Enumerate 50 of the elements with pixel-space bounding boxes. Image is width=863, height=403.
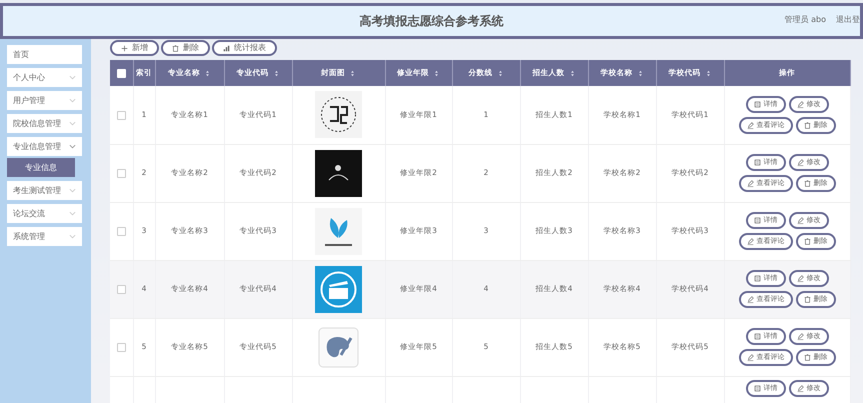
document-icon: [754, 275, 760, 282]
row-checkbox[interactable]: [116, 284, 126, 294]
document-icon: [754, 333, 760, 340]
pencil-icon: [796, 333, 804, 340]
sidebar-item[interactable]: 考生测试管理: [7, 181, 82, 200]
trash-icon: [804, 354, 810, 361]
row-checkbox[interactable]: [116, 342, 126, 352]
sidebar-subitem[interactable]: 专业信息: [7, 158, 75, 177]
row-checkbox[interactable]: [116, 168, 126, 178]
pencil-icon: [796, 217, 804, 224]
pencil-icon: [746, 238, 754, 245]
delete-button[interactable]: 删除: [161, 40, 210, 56]
sidebar-item[interactable]: 个人中心: [7, 68, 82, 87]
row-checkbox[interactable]: [116, 110, 126, 120]
admin-label: 管理员 abo: [784, 14, 826, 26]
pencil-icon: [796, 100, 804, 108]
bar-chart-icon: [223, 44, 230, 52]
pencil-icon: [746, 296, 754, 303]
clapperboard-image: [315, 266, 362, 312]
sidebar-item[interactable]: 院校信息管理: [7, 114, 82, 133]
pencil-icon: [746, 354, 754, 361]
leaf-logo-image: [315, 208, 362, 254]
document-icon: [754, 217, 760, 224]
trash-icon: [172, 44, 179, 52]
document-icon: [754, 384, 760, 392]
trash-icon: [804, 238, 810, 245]
dark-logo-image: [315, 150, 362, 196]
system-title: 高考填报志愿综合参考系统: [360, 13, 504, 30]
logo-image: [315, 91, 362, 138]
pencil-icon: [796, 384, 804, 392]
sidebar-item[interactable]: 专业信息管理: [7, 137, 82, 156]
trash-icon: [804, 122, 810, 129]
sidebar-item[interactable]: 首页: [7, 45, 82, 64]
logout-link[interactable]: 退出登: [836, 14, 860, 26]
row-checkbox[interactable]: [116, 226, 126, 236]
sidebar-item[interactable]: 论坛交流: [7, 204, 82, 223]
pencil-icon: [746, 180, 754, 187]
plus-icon: [121, 44, 128, 52]
trash-icon: [804, 180, 810, 187]
pencil-icon: [796, 275, 804, 282]
pencil-icon: [796, 159, 804, 166]
document-icon: [754, 100, 760, 108]
trash-icon: [804, 296, 810, 303]
sidebar-item[interactable]: 用户管理: [7, 91, 82, 110]
document-icon: [754, 159, 760, 166]
report-button[interactable]: 统计报表: [212, 40, 277, 56]
add-button[interactable]: 新增: [110, 40, 159, 56]
pencil-icon: [746, 122, 754, 129]
sidebar-item[interactable]: 系统管理: [7, 227, 82, 246]
select-all-checkbox[interactable]: [116, 68, 126, 78]
